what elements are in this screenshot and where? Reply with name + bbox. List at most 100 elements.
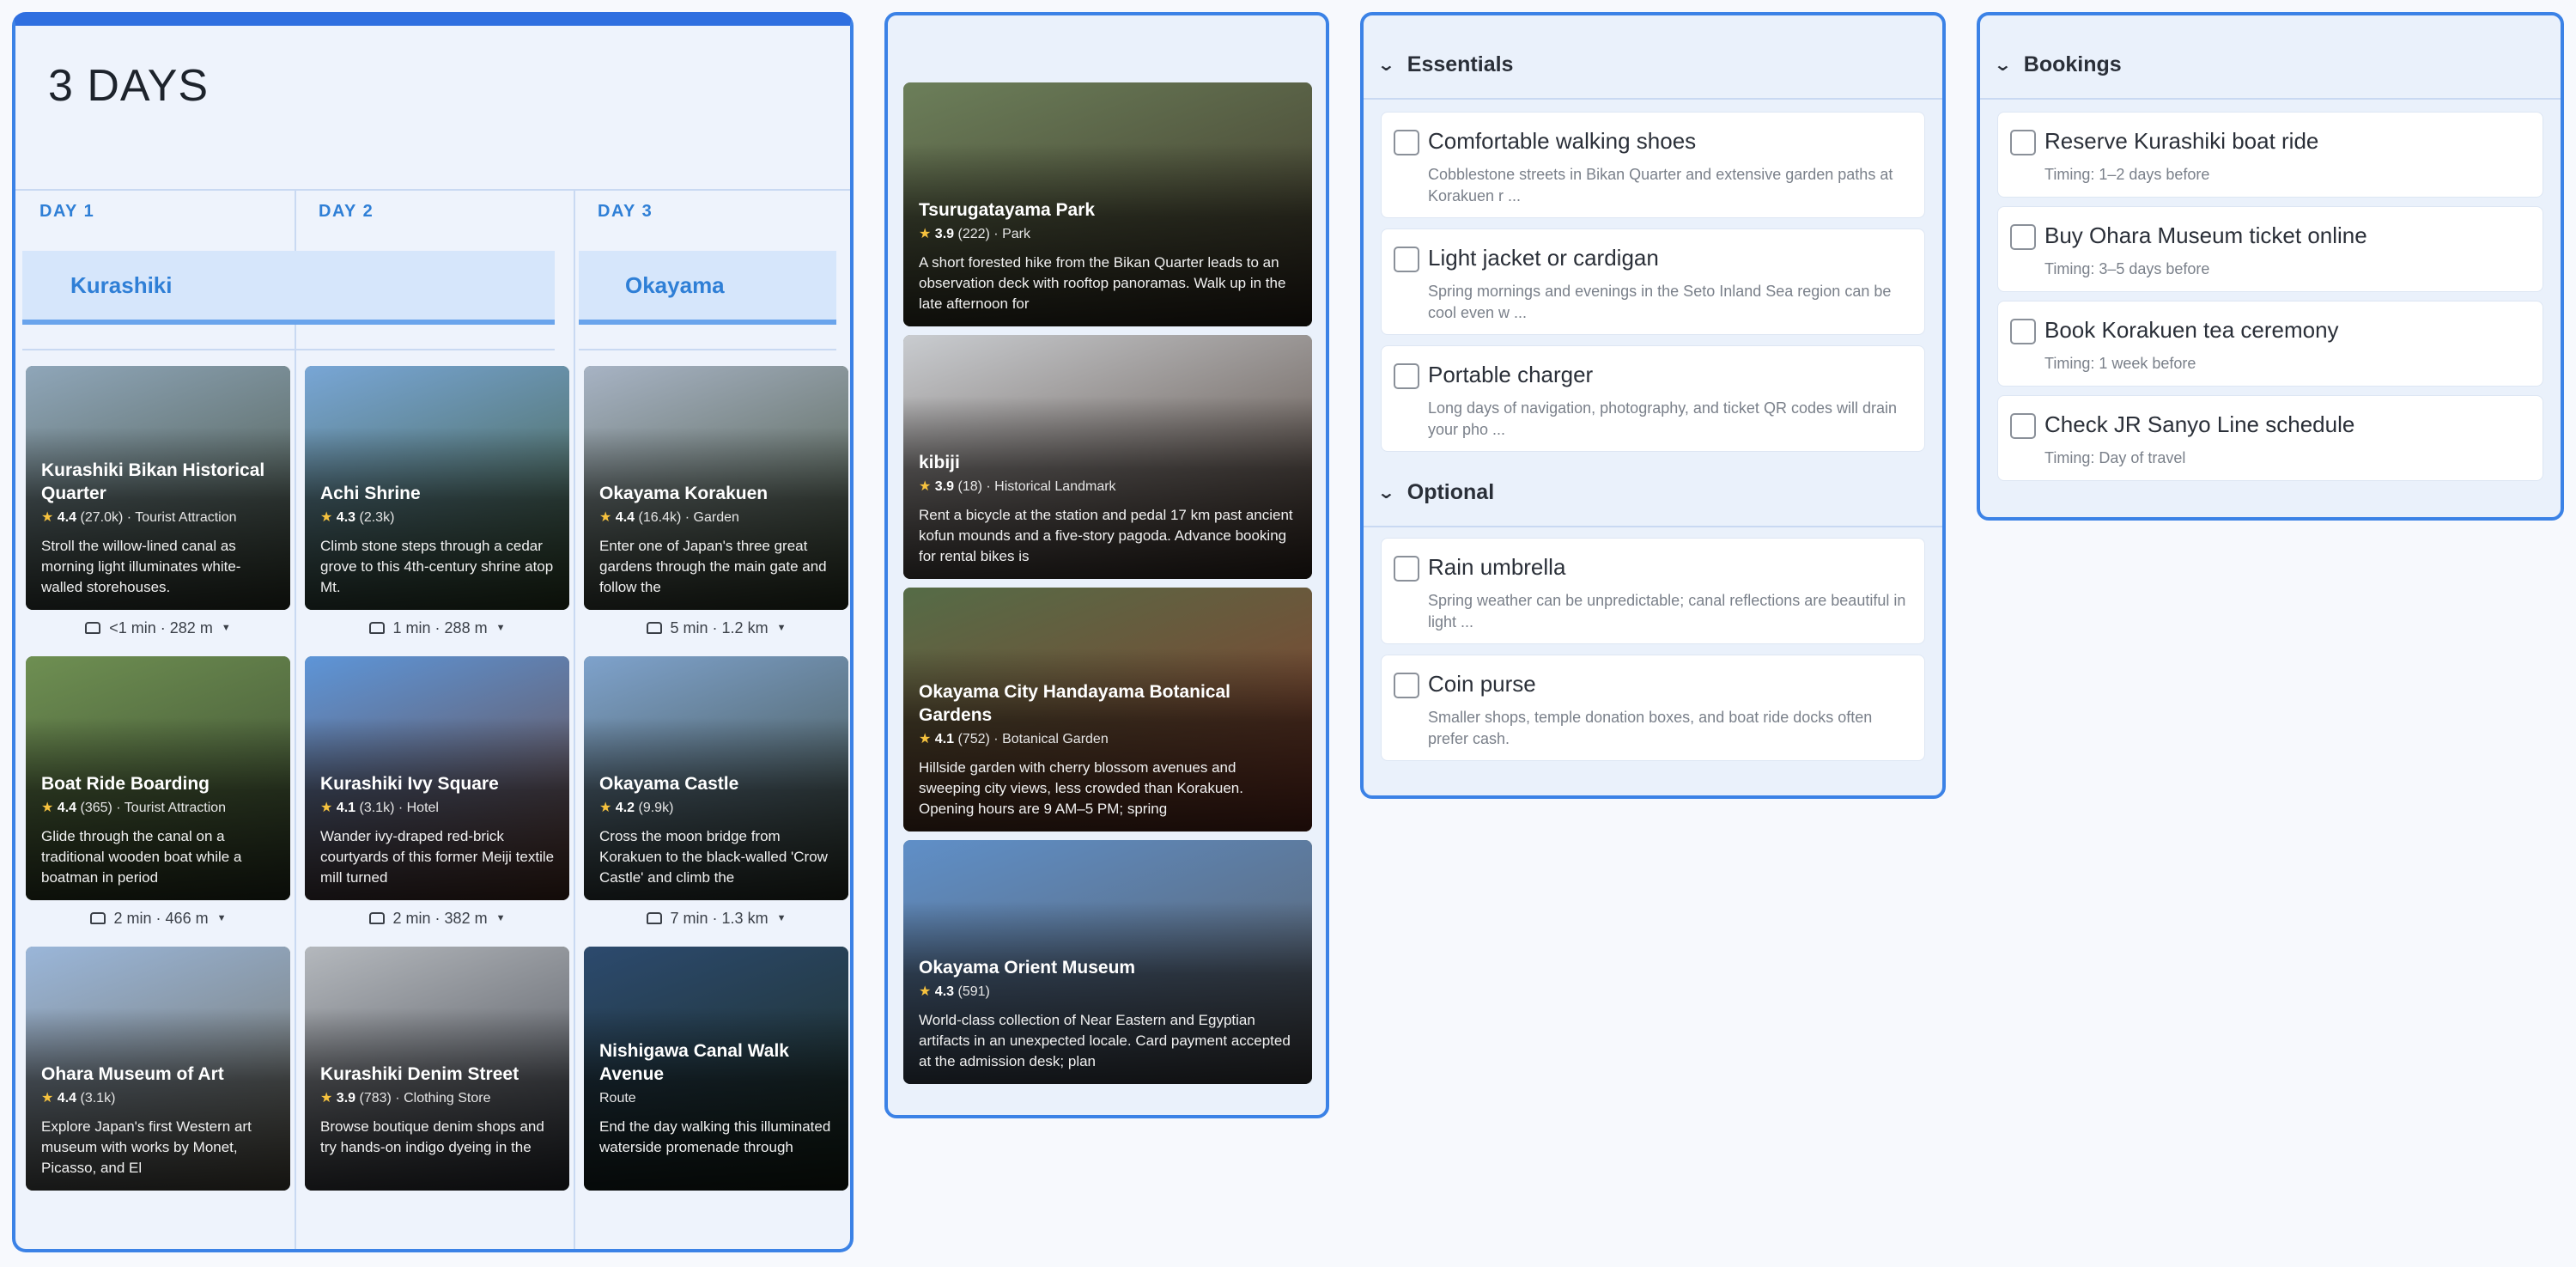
place-card[interactable]: kibiji ★ 3.9 (18) · Historical Landmark Re…	[903, 335, 1312, 579]
place-card[interactable]: Achi Shrine ★ 4.3 (2.3k) Climb stone steps…	[305, 366, 569, 610]
place-card[interactable]: Okayama Orient Museum ★ 4.3 (591) World-cl…	[903, 840, 1312, 1084]
place-category: Clothing Store	[404, 1091, 491, 1106]
travel-time[interactable]: 2 min · 466 m ▼	[26, 905, 290, 931]
place-card[interactable]: Boat Ride Boarding ★ 4.4 (365) · Tourist …	[26, 656, 290, 900]
star-icon: ★	[599, 801, 612, 815]
chevron-down-icon[interactable]: ⌄	[1376, 482, 1395, 503]
car-icon	[368, 912, 385, 924]
place-name: Okayama Korakuen	[599, 484, 769, 503]
place-info: Okayama City Handayama Botanical Gardens…	[919, 680, 1300, 819]
checklist-item[interactable]: Comfortable walking shoes Cobblestone st…	[1381, 112, 1925, 218]
place-info: Achi Shrine ★ 4.3 (2.3k) Climb stone steps…	[320, 482, 557, 598]
place-card[interactable]: Kurashiki Denim Street ★ 3.9 (783) · Clot…	[305, 947, 569, 1191]
place-name: Kurashiki Denim Street	[320, 1064, 519, 1084]
travel-time[interactable]: 1 min · 288 m ▼	[305, 615, 569, 641]
checkbox[interactable]	[2010, 130, 2036, 155]
checklist-item[interactable]: Book Korakuen tea ceremony Timing: 1 wee…	[1997, 301, 2543, 387]
place-category: Tourist Attraction	[135, 510, 237, 525]
place-info: Okayama Orient Museum ★ 4.3 (591) World-cl…	[919, 956, 1300, 1072]
star-icon: ★	[320, 801, 333, 815]
place-rating: 4.1	[934, 732, 955, 746]
caret-down-icon[interactable]: ▼	[496, 623, 506, 633]
checkbox[interactable]	[1394, 130, 1419, 155]
suggestions-panel: Tsurugatayama Park ★ 3.9 (222) · Park A sh…	[884, 12, 1329, 1118]
section-header-essentials[interactable]: ⌄ Essentials	[1364, 31, 1942, 100]
travel-label: <1 min · 282 m	[109, 618, 213, 637]
checklist-item[interactable]: Light jacket or cardigan Spring mornings…	[1381, 228, 1925, 335]
place-card[interactable]: Kurashiki Bikan Historical Quarter ★ 4.4 …	[26, 366, 290, 610]
checklist-item[interactable]: Reserve Kurashiki boat ride Timing: 1–2 …	[1997, 112, 2543, 198]
place-rating: 4.4	[57, 510, 77, 525]
car-icon	[89, 912, 106, 924]
place-rating: 4.4	[57, 801, 77, 815]
section-header-optional[interactable]: ⌄ Optional	[1364, 459, 1942, 527]
checklist-item[interactable]: Buy Ohara Museum ticket online Timing: 3…	[1997, 206, 2543, 292]
place-meta: Route	[599, 1089, 836, 1108]
section-header-bookings[interactable]: ⌄ Bookings	[1980, 31, 2561, 100]
item-title: Check JR Sanyo Line schedule	[2044, 411, 2355, 437]
checklist-item[interactable]: Coin purse Smaller shops, temple donatio…	[1381, 655, 1925, 761]
base-bar-underline	[22, 349, 555, 350]
place-info: Ohara Museum of Art ★ 4.4 (3.1k) Explore J…	[41, 1063, 278, 1179]
base-location-okayama[interactable]: Okayama	[579, 251, 836, 325]
chevron-down-icon[interactable]: ⌄	[1376, 54, 1395, 76]
travel-label: 2 min · 466 m	[113, 909, 209, 927]
caret-down-icon[interactable]: ▼	[222, 623, 231, 633]
item-note: Smaller shops, temple donation boxes, an…	[1428, 709, 1873, 747]
place-card[interactable]: Okayama City Handayama Botanical Gardens…	[903, 588, 1312, 831]
place-info: Boat Ride Boarding ★ 4.4 (365) · Tourist …	[41, 772, 278, 888]
place-card[interactable]: Ohara Museum of Art ★ 4.4 (3.1k) Explore J…	[26, 947, 290, 1191]
place-rating: 3.9	[336, 1091, 356, 1106]
checklist-item[interactable]: Rain umbrella Spring weather can be unpr…	[1381, 538, 1925, 644]
checkbox[interactable]	[2010, 319, 2036, 344]
place-info: Okayama Korakuen ★ 4.4 (16.4k) · Garden En…	[599, 482, 836, 598]
checklist-item[interactable]: Portable charger Long days of navigation…	[1381, 345, 1925, 452]
travel-label: 2 min · 382 m	[392, 909, 488, 927]
chevron-down-icon[interactable]: ⌄	[1993, 54, 2012, 76]
place-description: Hillside garden with cherry blossom aven…	[919, 759, 1243, 817]
checkbox[interactable]	[2010, 224, 2036, 250]
itinerary-title: 3 DAYS	[48, 61, 210, 111]
place-card[interactable]: Nishigawa Canal Walk Avenue Route End the …	[584, 947, 848, 1191]
place-reviews: (2.3k)	[359, 510, 395, 525]
caret-down-icon[interactable]: ▼	[777, 913, 787, 923]
checkbox[interactable]	[1394, 247, 1419, 272]
place-card[interactable]: Tsurugatayama Park ★ 3.9 (222) · Park A sh…	[903, 82, 1312, 326]
item-title: Buy Ohara Museum ticket online	[2044, 222, 2367, 248]
checkbox[interactable]	[1394, 673, 1419, 698]
star-icon: ★	[919, 479, 932, 494]
place-card[interactable]: Okayama Korakuen ★ 4.4 (16.4k) · Garden En…	[584, 366, 848, 610]
day-divider	[574, 189, 575, 1249]
star-icon: ★	[919, 732, 932, 746]
day-label-2: DAY 2	[319, 202, 374, 221]
place-name: Kurashiki Bikan Historical Quarter	[41, 460, 265, 503]
place-description: Stroll the willow-lined canal as morning…	[41, 538, 241, 595]
checkbox[interactable]	[2010, 413, 2036, 439]
star-icon: ★	[599, 510, 612, 525]
place-description: Glide through the canal on a traditional…	[41, 828, 242, 886]
checklist-item[interactable]: Check JR Sanyo Line schedule Timing: Day…	[1997, 395, 2543, 481]
item-title: Rain umbrella	[1428, 554, 1566, 580]
caret-down-icon[interactable]: ▼	[496, 913, 506, 923]
place-rating: 4.3	[934, 984, 955, 999]
travel-time[interactable]: 2 min · 382 m ▼	[305, 905, 569, 931]
place-name: Okayama City Handayama Botanical Gardens	[919, 682, 1230, 725]
travel-time[interactable]: 5 min · 1.2 km ▼	[584, 615, 848, 641]
checkbox[interactable]	[1394, 556, 1419, 582]
travel-label: 1 min · 288 m	[392, 618, 488, 637]
travel-time[interactable]: <1 min · 282 m ▼	[26, 615, 290, 641]
place-card[interactable]: Okayama Castle ★ 4.2 (9.9k) Cross the moon…	[584, 656, 848, 900]
divider	[15, 189, 850, 191]
star-icon: ★	[41, 1091, 54, 1106]
bookings-panel: ⌄ Bookings Reserve Kurashiki boat ride T…	[1977, 12, 2564, 521]
checkbox[interactable]	[1394, 363, 1419, 389]
caret-down-icon[interactable]: ▼	[217, 913, 227, 923]
section-title: Optional	[1406, 479, 1495, 504]
travel-time[interactable]: 7 min · 1.3 km ▼	[584, 905, 848, 931]
place-reviews: (3.1k)	[80, 1091, 116, 1106]
base-location-kurashiki[interactable]: Kurashiki	[22, 251, 555, 325]
place-card[interactable]: Kurashiki Ivy Square ★ 4.1 (3.1k) · Hotel…	[305, 656, 569, 900]
caret-down-icon[interactable]: ▼	[777, 623, 787, 633]
place-meta: ★ 4.3 (591)	[919, 983, 1300, 1002]
section-title: Essentials	[1406, 52, 1514, 76]
